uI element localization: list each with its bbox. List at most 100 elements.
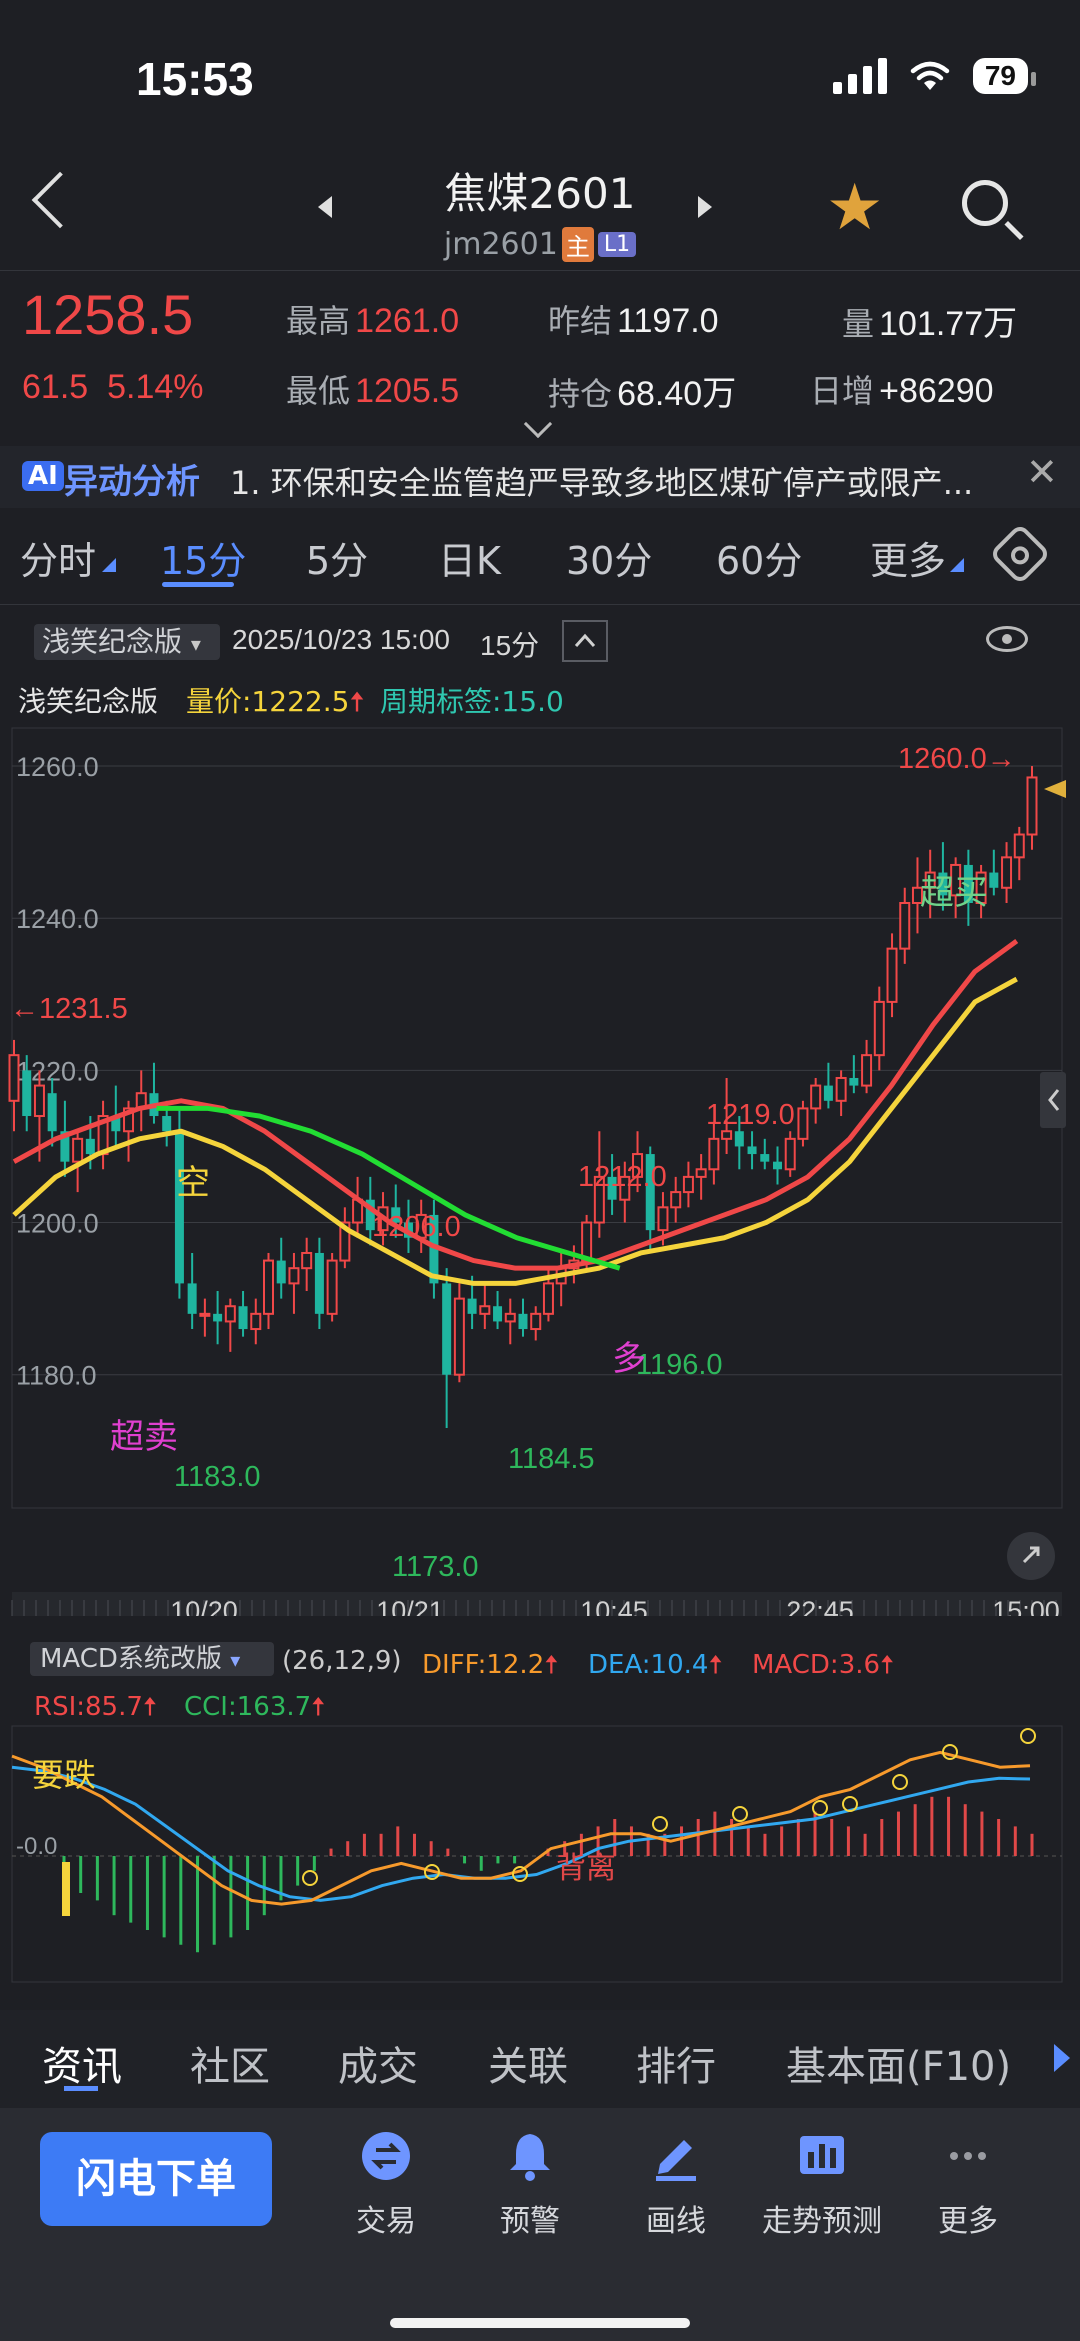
tab-daily-k[interactable]: 日K xyxy=(438,530,501,585)
nav-more[interactable]: 更多 xyxy=(898,2130,1038,2240)
sub-indicator-select[interactable]: MACD系统改版 ▾ xyxy=(30,1642,274,1676)
candle-body xyxy=(250,1312,262,1331)
sub-indicator-name: MACD系统改版 xyxy=(40,1644,222,1674)
favorite-star-icon[interactable]: ★ xyxy=(826,176,883,240)
candle-body xyxy=(1001,856,1013,889)
cci-text: CCI:163.7 xyxy=(184,1692,312,1722)
sell-signal-bar xyxy=(62,1862,70,1916)
chart-annotation-overbought: 超买 xyxy=(920,874,988,912)
tab-15min[interactable]: 15分 xyxy=(160,530,246,585)
tabs-divider xyxy=(0,604,1080,605)
tab-30min[interactable]: 30分 xyxy=(566,530,652,585)
candle-body xyxy=(224,1305,236,1323)
tab-ranking[interactable]: 排行 xyxy=(636,2034,716,2092)
signal-sun-icon xyxy=(1020,1728,1036,1744)
tab-related[interactable]: 关联 xyxy=(488,2034,568,2092)
eye-icon[interactable] xyxy=(986,626,1028,652)
candle-body xyxy=(442,1283,452,1375)
candle-body xyxy=(72,1137,84,1163)
candle-body xyxy=(899,901,911,950)
tab-community[interactable]: 社区 xyxy=(190,2034,270,2092)
wifi-icon xyxy=(910,61,950,90)
candle-body xyxy=(760,1154,770,1162)
ma-line-red xyxy=(12,939,1019,1271)
chart-annotation-open: ←1231.5 xyxy=(10,993,128,1025)
nav-trade-label: 交易 xyxy=(356,2204,416,2239)
up-arrow-icon: 🠅 xyxy=(880,1650,895,1680)
macd-value-text: MACD:3.6 xyxy=(752,1650,881,1680)
tab-60min[interactable]: 60分 xyxy=(716,530,802,585)
x-tick-label: 22:45 xyxy=(786,1596,854,1616)
candle-body xyxy=(187,1283,197,1314)
low-value: 1205.5 xyxy=(355,372,460,410)
nav-trade[interactable]: 交易 xyxy=(316,2130,456,2240)
prev-settle-label: 昨结 xyxy=(548,302,613,340)
pen-icon xyxy=(656,2140,696,2181)
ai-analysis-text[interactable]: 1. 环保和安全监管趋严导致多地区煤矿停产或限产... xyxy=(230,458,1010,504)
tab-fundamentals[interactable]: 基本面(F10) xyxy=(786,2034,1011,2092)
candle-body xyxy=(22,1070,32,1117)
cellular-signal-icon xyxy=(832,58,887,94)
y-tick-label: 1240.0 xyxy=(16,904,99,934)
ma-line-green xyxy=(156,1105,621,1271)
candle-body xyxy=(849,1077,859,1086)
y-tick-label: 1180.0 xyxy=(16,1361,97,1391)
chevron-up-icon xyxy=(574,633,596,648)
chart-annotation-short: 空 xyxy=(176,1164,210,1202)
candle-body xyxy=(326,1259,338,1315)
signal-sun-icon xyxy=(512,1866,528,1882)
tab-trades[interactable]: 成交 xyxy=(338,2034,418,2092)
candle-body xyxy=(288,1267,300,1285)
close-icon[interactable]: ✕ xyxy=(1026,450,1058,494)
candle-body xyxy=(797,1107,809,1140)
candle-body xyxy=(810,1084,822,1110)
tabs-scroll-right-icon[interactable] xyxy=(1054,2044,1070,2072)
candle-body xyxy=(670,1191,682,1209)
chart-annotation-high: 1260.0→ xyxy=(898,743,1016,775)
tab-news[interactable]: 资讯 xyxy=(42,2034,122,2092)
candle-body xyxy=(1026,776,1038,836)
flash-order-button[interactable]: 闪电下单 xyxy=(40,2132,272,2226)
macd-dea: DEA:10.4🠅 xyxy=(588,1646,723,1690)
candle-body xyxy=(747,1146,757,1155)
candle-body xyxy=(721,1130,733,1140)
candle-body xyxy=(873,1000,885,1057)
nav-more-label: 更多 xyxy=(938,2204,998,2239)
volume-label: 量 xyxy=(842,305,875,343)
candle-body xyxy=(695,1168,707,1178)
nav-trend-forecast[interactable]: 走势预测 xyxy=(752,2130,892,2240)
chart-annotation-oversold: 超卖 xyxy=(110,1418,178,1456)
prev-settle-row: 昨结 1197.0 xyxy=(548,296,719,342)
daily-increase-row: 日增 +86290 xyxy=(810,366,994,412)
candle-body xyxy=(276,1260,286,1284)
macd-chart[interactable]: -0.0 要跌背离 xyxy=(0,1722,1080,1992)
nav-alert[interactable]: 预警 xyxy=(460,2130,600,2240)
daily-increase-value: +86290 xyxy=(879,372,994,410)
x-tick-label: 15:00 xyxy=(992,1596,1060,1616)
candlestick-chart[interactable]: 1260.01240.01220.01200.01180.01260.0→←12… xyxy=(0,716,1080,1616)
chart-period: 15分 xyxy=(480,630,540,661)
page-title: 焦煤2601 xyxy=(444,169,636,218)
level-badge: L1 xyxy=(597,232,637,257)
active-info-tab-underline xyxy=(64,2086,98,2091)
up-arrow-icon: 🠅 xyxy=(311,1692,326,1722)
legend-cycle-tag: 周期标签:15.0 xyxy=(380,685,564,718)
y-tick-label: 1200.0 xyxy=(16,1209,99,1239)
candle-body xyxy=(33,1084,45,1118)
bell-icon xyxy=(510,2134,550,2181)
search-icon[interactable] xyxy=(962,180,1008,226)
tab-5min[interactable]: 5分 xyxy=(306,530,368,585)
signal-sun-icon xyxy=(652,1816,668,1832)
collapse-button[interactable] xyxy=(562,620,608,662)
nav-draw[interactable]: 画线 xyxy=(606,2130,746,2240)
main-contract-badge: 主 xyxy=(561,227,594,262)
nav-alert-label: 预警 xyxy=(500,2204,560,2239)
main-indicator-select[interactable]: 浅笑纪念版 ▾ xyxy=(34,624,220,660)
candle-body xyxy=(213,1313,223,1322)
candle-body xyxy=(8,1054,20,1102)
tab-more[interactable]: 更多 xyxy=(870,530,946,585)
chevron-down-icon: ▾ xyxy=(190,632,201,656)
chart-settings-icon[interactable] xyxy=(988,522,1052,586)
tab-intraday[interactable]: 分时 xyxy=(20,530,96,585)
tab-more-corner-icon xyxy=(950,558,964,572)
